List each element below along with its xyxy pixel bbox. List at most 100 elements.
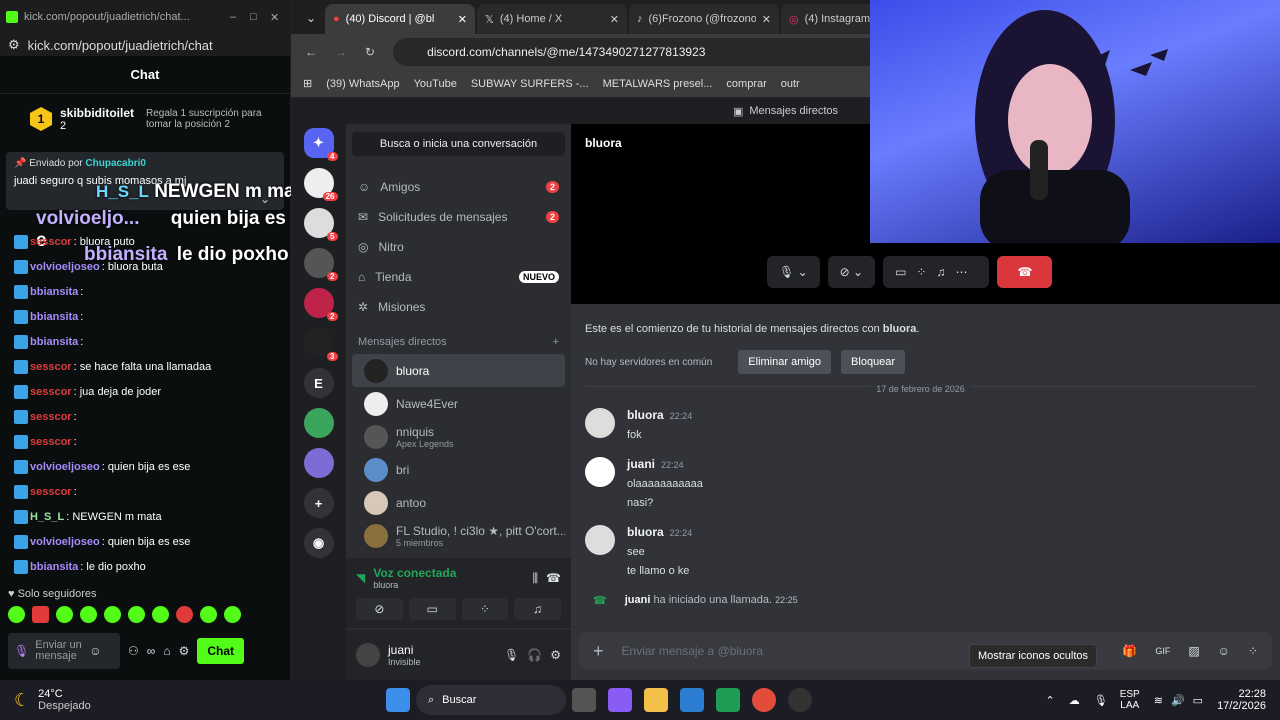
show-hidden-icons-button[interactable]: ⌃ xyxy=(1046,694,1055,707)
add-server-icon[interactable]: + xyxy=(303,488,334,518)
avatar[interactable] xyxy=(585,457,615,487)
close-tab-icon[interactable]: ✕ xyxy=(610,13,619,26)
nav-quests[interactable]: ✲ Misiones xyxy=(346,292,571,322)
store-icon[interactable]: ⌂ xyxy=(163,644,170,658)
chrome-icon[interactable] xyxy=(752,688,776,712)
apps-grid-icon[interactable]: ⊞ xyxy=(303,77,312,90)
dm-item[interactable]: FL Studio, ! ci3lo ★, pitt O'cort... 5 mi… xyxy=(352,519,565,552)
bookmark-comprar[interactable]: comprar xyxy=(726,78,766,90)
message-author[interactable]: bluora xyxy=(627,408,664,422)
tab-discord[interactable]: ● (40) Discord | @bl ✕ xyxy=(325,4,475,34)
server-icon[interactable]: 2 xyxy=(303,288,338,321)
mic-tray-icon[interactable]: 🎙 xyxy=(1094,694,1108,707)
bookmark-outr[interactable]: outr xyxy=(781,78,800,90)
weather-widget[interactable]: ☾ 24°C Despejado xyxy=(0,688,380,712)
message-author[interactable]: juani xyxy=(627,457,655,471)
dm-item[interactable]: antoo xyxy=(352,486,565,519)
bookmark-subway[interactable]: SUBWAY SURFERS -... xyxy=(471,78,589,90)
activities-button[interactable]: ⁘ xyxy=(461,598,509,620)
emote-icon[interactable] xyxy=(104,606,121,623)
discord-home-icon[interactable]: ✦ 4 xyxy=(303,128,338,161)
chat-username[interactable]: volvioeljoseo xyxy=(30,536,100,548)
server-icon[interactable]: 2 xyxy=(303,248,338,281)
back-icon[interactable]: ← xyxy=(305,45,317,59)
chat-send-button[interactable]: Chat xyxy=(197,638,245,664)
onedrive-icon[interactable]: ☁ xyxy=(1069,694,1080,707)
battery-icon[interactable]: ▭ xyxy=(1193,694,1203,707)
copilot-icon[interactable] xyxy=(608,688,632,712)
dm-search[interactable]: Busca o inicia una conversación xyxy=(352,132,565,156)
bookmark-metalwars[interactable]: METALWARS presel... xyxy=(603,78,713,90)
sticker-icon[interactable]: ▨ xyxy=(1188,644,1199,658)
emote-icon[interactable] xyxy=(56,606,73,623)
close-tab-icon[interactable]: ✕ xyxy=(458,13,467,26)
noise-suppression-icon[interactable]: ⫼ xyxy=(533,571,539,586)
server-icon[interactable] xyxy=(303,408,334,438)
chat-username[interactable]: sesscor xyxy=(30,411,72,423)
server-icon[interactable]: 3 xyxy=(303,328,338,361)
chat-username[interactable]: bbiansita xyxy=(30,311,78,323)
camera-off-button[interactable]: ⊘ xyxy=(356,598,403,620)
gift-cta[interactable]: Regala 1 suscripción para tomar la posic… xyxy=(146,108,266,130)
file-explorer-icon[interactable] xyxy=(644,688,668,712)
wifi-icon[interactable]: ≋ xyxy=(1154,694,1163,707)
site-settings-icon[interactable]: ⚙ xyxy=(8,37,20,53)
chat-username[interactable]: bbiansita xyxy=(30,336,78,348)
soundboard-button[interactable]: ♫ xyxy=(514,598,561,620)
chat-username[interactable]: bbiansita xyxy=(30,286,78,298)
kick-urlbar[interactable]: ⚙ kick.com/popout/juadietrich/chat xyxy=(0,34,290,56)
dm-item[interactable]: bluora xyxy=(352,354,565,387)
bookmark-youtube[interactable]: YouTube xyxy=(414,78,457,90)
word-icon[interactable] xyxy=(680,688,704,712)
chat-username[interactable]: volvioeljoseo xyxy=(30,261,100,273)
apps-icon[interactable]: ⁘ xyxy=(1248,644,1258,658)
chat-username[interactable]: sesscor xyxy=(30,236,72,248)
tab-search-icon[interactable]: ⌄ xyxy=(299,6,323,30)
chat-input[interactable]: 🎙 Enviar un mensaje ☺ xyxy=(8,633,120,669)
close-icon[interactable]: ✕ xyxy=(270,11,284,24)
create-dm-icon[interactable]: + xyxy=(553,336,559,348)
tab-x[interactable]: 𝕏 (4) Home / X ✕ xyxy=(477,4,627,34)
avatar[interactable] xyxy=(585,408,615,438)
emote-icon[interactable] xyxy=(80,606,97,623)
dm-item[interactable]: Nawe4Ever xyxy=(352,387,565,420)
excel-icon[interactable] xyxy=(716,688,740,712)
server-icon[interactable]: 5 xyxy=(303,208,338,241)
gift-icon[interactable]: 🎁 xyxy=(1122,644,1137,658)
attach-plus-icon[interactable]: + xyxy=(593,641,604,662)
chat-username[interactable]: sesscor xyxy=(30,486,72,498)
emote-icon[interactable] xyxy=(176,606,193,623)
task-view-icon[interactable] xyxy=(572,688,596,712)
settings-gear-icon[interactable]: ⚙ xyxy=(179,644,190,658)
server-letter[interactable]: E xyxy=(303,368,334,398)
emote-icon[interactable] xyxy=(128,606,145,623)
forward-icon[interactable]: → xyxy=(335,45,347,59)
emote-icon[interactable] xyxy=(224,606,241,623)
headphones-icon[interactable]: 🎧 xyxy=(527,648,542,662)
call-tools[interactable]: ▭⁘♫⋯ xyxy=(883,256,990,288)
avatar[interactable] xyxy=(585,525,615,555)
close-tab-icon[interactable]: ✕ xyxy=(762,13,771,26)
windows-start-icon[interactable] xyxy=(386,688,410,712)
chat-username[interactable]: sesscor xyxy=(30,436,72,448)
bookmark-whatsapp[interactable]: (39) WhatsApp xyxy=(326,78,399,90)
steam-icon[interactable] xyxy=(788,688,812,712)
server-icon[interactable]: 26 xyxy=(303,168,338,201)
clock[interactable]: 22:28 17/2/2026 xyxy=(1217,688,1266,712)
emote-icon[interactable] xyxy=(200,606,217,623)
discover-icon[interactable]: ◉ xyxy=(303,528,334,558)
disconnect-icon[interactable]: ☎ xyxy=(546,571,561,585)
nav-shop[interactable]: ⌂ Tienda NUEVO xyxy=(346,262,571,292)
taskbar-search[interactable]: ⌕ Buscar xyxy=(416,685,566,715)
chat-username[interactable]: H_S_L xyxy=(30,511,64,523)
language-indicator[interactable]: ESP LAA xyxy=(1120,689,1140,711)
user-settings-icon[interactable]: ⚙ xyxy=(550,648,561,662)
remove-friend-button[interactable]: Eliminar amigo xyxy=(738,350,832,374)
emoji-icon[interactable]: ☺ xyxy=(89,644,101,658)
avatar[interactable] xyxy=(356,643,380,667)
people-icon[interactable]: ⚇ xyxy=(128,644,139,658)
top-gifter[interactable]: skibbiditoilet 2 xyxy=(60,106,138,132)
minimize-icon[interactable]: – xyxy=(230,11,244,23)
nav-message-requests[interactable]: ✉ Solicitudes de mensajes 2 xyxy=(346,202,571,232)
call-mic-button[interactable]: 🎙 ⌄ xyxy=(767,256,820,288)
